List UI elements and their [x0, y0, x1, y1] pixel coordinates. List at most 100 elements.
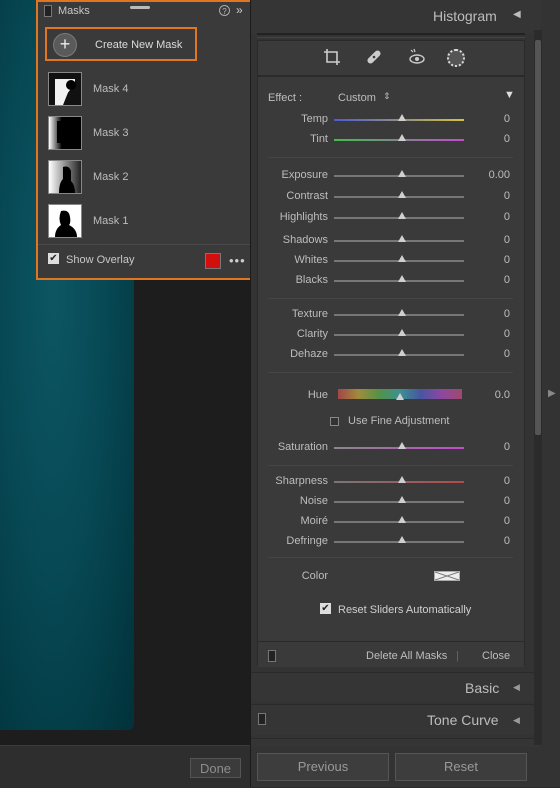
effect-preset-dropdown[interactable]: Custom	[338, 92, 376, 104]
footer-separator: |	[456, 650, 459, 662]
tint-slider-thumb[interactable]	[398, 134, 406, 141]
clarity-label: Clarity	[296, 328, 328, 340]
defringe-slider-thumb[interactable]	[398, 536, 406, 543]
divider	[268, 557, 513, 558]
expand-icon[interactable]: »	[236, 3, 243, 17]
clarity-value[interactable]: 0	[486, 328, 510, 340]
reset-button[interactable]: Reset	[395, 753, 527, 781]
red-eye-tool-icon[interactable]	[407, 48, 427, 68]
shadows-value[interactable]: 0	[486, 234, 510, 246]
highlights-label: Highlights	[279, 211, 328, 223]
show-overlay-checkbox[interactable]: ✔	[48, 253, 59, 264]
texture-value[interactable]: 0	[486, 308, 510, 320]
tint-value[interactable]: 0	[486, 133, 510, 145]
whites-slider-thumb[interactable]	[398, 255, 406, 262]
mask-label: Mask 2	[93, 171, 129, 183]
histogram-header[interactable]: Histogram ◀	[251, 0, 541, 34]
fine-adjustment-label: Use Fine Adjustment	[348, 415, 450, 427]
defringe-label: Defringe	[286, 535, 328, 547]
effect-label: Effect :	[268, 92, 303, 104]
overlay-color-swatch[interactable]	[205, 253, 221, 269]
collapse-arrow-icon[interactable]: ◀	[513, 715, 520, 726]
noise-slider-thumb[interactable]	[398, 496, 406, 503]
divider	[268, 157, 513, 158]
mask-label: Mask 3	[93, 127, 129, 139]
temp-slider-thumb[interactable]	[398, 114, 406, 121]
defringe-value[interactable]: 0	[486, 535, 510, 547]
contrast-value[interactable]: 0	[486, 190, 510, 202]
mask-thumbnail	[48, 160, 82, 194]
sharpness-label: Sharpness	[275, 475, 328, 487]
histogram-title: Histogram	[433, 8, 497, 24]
color-picker-swatch[interactable]	[434, 571, 460, 581]
panel-toggle-icon[interactable]	[258, 713, 266, 725]
mask-list-item[interactable]: Mask 4	[46, 70, 246, 110]
dehaze-value[interactable]: 0	[486, 348, 510, 360]
panel-toggle-icon[interactable]	[44, 5, 52, 17]
masks-panel: Masks ? » + Create New Mask Mask 4 Mask …	[36, 0, 254, 280]
fine-adjustment-checkbox[interactable]	[330, 417, 339, 426]
sharpness-value[interactable]: 0	[486, 475, 510, 487]
collapse-triangle-icon[interactable]: ▼	[504, 89, 515, 101]
blacks-value[interactable]: 0	[486, 274, 510, 286]
mask-list-item[interactable]: Mask 2	[46, 158, 246, 198]
masks-panel-title: Masks	[58, 5, 90, 17]
create-new-mask-label: Create New Mask	[95, 39, 183, 51]
temp-value[interactable]: 0	[486, 113, 510, 125]
hue-slider-thumb[interactable]	[396, 393, 404, 400]
saturation-value[interactable]: 0	[486, 441, 510, 453]
texture-slider-thumb[interactable]	[398, 309, 406, 316]
moire-slider-thumb[interactable]	[398, 516, 406, 523]
collapse-arrow-icon[interactable]: ◀	[513, 9, 521, 20]
dropdown-caret-icon[interactable]: ⇕	[383, 91, 391, 102]
done-button[interactable]: Done	[190, 758, 241, 778]
shadows-label: Shadows	[282, 234, 328, 246]
help-icon[interactable]: ?	[219, 5, 230, 16]
saturation-slider-thumb[interactable]	[398, 442, 406, 449]
delete-all-masks-button[interactable]: Delete All Masks	[366, 650, 447, 662]
create-new-mask-button[interactable]: + Create New Mask	[45, 27, 197, 61]
previous-button[interactable]: Previous	[257, 753, 389, 781]
exposure-label: Exposure	[281, 169, 328, 181]
contrast-label: Contrast	[286, 190, 328, 202]
exposure-value[interactable]: 0.00	[486, 169, 510, 181]
mask-list-item[interactable]: Mask 3	[46, 114, 246, 154]
drag-handle[interactable]	[130, 6, 150, 9]
whites-value[interactable]: 0	[486, 254, 510, 266]
contrast-slider-thumb[interactable]	[398, 191, 406, 198]
collapse-arrow-icon[interactable]: ◀	[513, 682, 520, 693]
mask-label: Mask 4	[93, 83, 129, 95]
exposure-slider-thumb[interactable]	[398, 170, 406, 177]
noise-value[interactable]: 0	[486, 495, 510, 507]
shadows-slider-thumb[interactable]	[398, 235, 406, 242]
mask-list-item[interactable]: Mask 1	[46, 202, 246, 242]
reset-sliders-label: Reset Sliders Automatically	[338, 604, 472, 616]
basic-panel-header[interactable]: Basic ◀	[251, 672, 541, 701]
clarity-slider-thumb[interactable]	[398, 329, 406, 336]
blacks-slider-thumb[interactable]	[398, 275, 406, 282]
scrollbar-thumb[interactable]	[535, 40, 541, 435]
divider	[268, 298, 513, 299]
highlights-slider-thumb[interactable]	[398, 212, 406, 219]
crop-tool-icon[interactable]	[322, 48, 342, 68]
healing-tool-icon[interactable]	[364, 48, 384, 68]
close-button[interactable]: Close	[482, 650, 510, 662]
sharpness-slider-thumb[interactable]	[398, 476, 406, 483]
moire-value[interactable]: 0	[486, 515, 510, 527]
expand-right-panel-icon[interactable]: ▶	[548, 388, 556, 399]
highlights-value[interactable]: 0	[486, 211, 510, 223]
next-panel-header[interactable]	[251, 738, 541, 747]
dehaze-slider-thumb[interactable]	[398, 349, 406, 356]
hue-value[interactable]: 0.0	[486, 389, 510, 401]
tone-curve-panel-header[interactable]: Tone Curve ◀	[251, 704, 541, 735]
reset-sliders-checkbox[interactable]: ✔	[320, 603, 331, 614]
mask-thumbnail	[48, 116, 82, 150]
more-options-icon[interactable]: •••	[229, 253, 246, 268]
panel-toggle-icon[interactable]	[268, 650, 276, 662]
divider	[38, 244, 252, 245]
plus-icon: +	[53, 33, 77, 57]
tool-strip	[257, 40, 525, 76]
texture-label: Texture	[291, 308, 328, 320]
mask-adjustments-panel: Effect : Custom ⇕ ▼ Temp 0 Tint 0 Exposu…	[257, 76, 525, 667]
masking-tool-icon[interactable]	[447, 49, 465, 67]
